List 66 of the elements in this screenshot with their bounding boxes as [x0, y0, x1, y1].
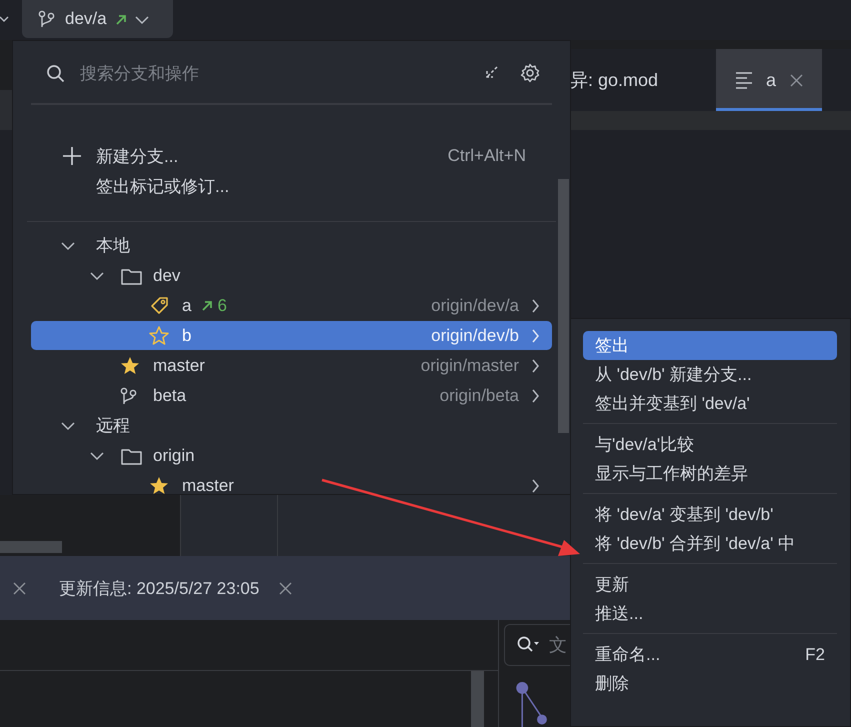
close-icon[interactable]	[790, 74, 804, 86]
tree-item[interactable]: master	[31, 471, 552, 494]
editor-tab[interactable]: 异: go.mod	[570, 49, 716, 111]
menu-item[interactable]: 签出	[583, 331, 837, 360]
branch-button[interactable]: dev/a	[22, 0, 173, 38]
menu-item[interactable]: 删除	[583, 669, 837, 698]
menu-item[interactable]: 与'dev/a'比较	[583, 430, 837, 459]
tree-item[interactable]: beta origin/beta	[31, 381, 552, 410]
search-placeholder: 搜索分支和操作	[80, 62, 200, 84]
menu-item[interactable]: 显示与工作树的差异	[583, 459, 837, 488]
menu-item[interactable]: 更新	[583, 570, 837, 599]
menu-item[interactable]: 签出标记或修订...	[13, 171, 570, 201]
chevron-down-icon[interactable]	[61, 240, 75, 251]
chevron-right-icon	[531, 388, 540, 402]
menu-item[interactable]: 将 'dev/b' 合并到 'dev/a' 中	[583, 529, 837, 558]
menu-item[interactable]: 将 'dev/a' 变基到 'dev/b'	[583, 500, 837, 529]
tree-item[interactable]: 远程	[31, 411, 552, 440]
plus-icon	[63, 147, 81, 165]
menu-item[interactable]: 签出并变基到 'dev/a'	[583, 389, 837, 418]
scrollbar[interactable]	[0, 541, 62, 553]
collapse-icon[interactable]	[484, 66, 499, 80]
star-icon	[149, 326, 169, 345]
tracking-branch: origin/beta	[440, 386, 519, 406]
tracking-branch: origin/master	[420, 356, 519, 376]
tree-item[interactable]: master origin/master	[31, 351, 552, 380]
tree-item[interactable]: a 6 origin/dev/a	[31, 291, 552, 320]
star-icon	[149, 476, 169, 494]
outgoing-count: 6	[217, 296, 227, 316]
chevron-right-icon	[531, 328, 540, 342]
tree-item[interactable]: origin	[31, 441, 552, 470]
search-field[interactable]: 搜索分支和操作	[13, 43, 570, 103]
search-icon	[517, 636, 539, 654]
editor-tab[interactable]: a	[716, 49, 822, 111]
close-icon[interactable]	[279, 582, 292, 594]
search-icon	[46, 64, 65, 82]
chevron-down-icon	[134, 14, 149, 24]
tab-label: 异: go.mod	[570, 69, 658, 92]
text-file-icon	[736, 71, 752, 89]
tab-label: 更新信息: 2025/5/27 23:05	[59, 578, 260, 600]
tree-item[interactable]: dev	[31, 261, 552, 290]
tree-item[interactable]: 本地	[31, 231, 552, 260]
chevron-down-icon[interactable]	[90, 450, 104, 461]
chevron-right-icon	[531, 358, 540, 372]
menu-item[interactable]: 从 'dev/b' 新建分支...	[583, 360, 837, 389]
chevron-right-icon	[531, 478, 540, 492]
tool-tab[interactable]: 更新信息: 2025/5/27 23:05	[59, 576, 292, 600]
chevron-right-icon	[531, 298, 540, 312]
menu-item[interactable]: 新建分支... Ctrl+Alt+N	[13, 141, 570, 171]
outgoing-arrow-icon	[201, 299, 214, 312]
shortcut-label: F2	[805, 644, 825, 664]
chevron-down-icon[interactable]	[90, 270, 104, 281]
scrollbar[interactable]	[558, 179, 569, 433]
tracking-branch: origin/dev/a	[431, 296, 519, 316]
settings-icon[interactable]	[520, 63, 540, 83]
tracking-branch: origin/dev/b	[431, 326, 519, 346]
tree-item[interactable]: b origin/dev/b	[31, 321, 552, 350]
tag-icon	[149, 296, 169, 315]
tab-label: a	[766, 70, 776, 90]
shortcut-label: Ctrl+Alt+N	[448, 146, 526, 166]
branch-icon	[38, 10, 55, 28]
branch-icon	[120, 386, 137, 404]
chevron-down-icon[interactable]	[61, 420, 75, 431]
star-icon	[120, 356, 140, 375]
scrollbar[interactable]	[471, 671, 484, 727]
search-placeholder: 文	[549, 634, 567, 657]
close-icon[interactable]	[13, 582, 26, 594]
